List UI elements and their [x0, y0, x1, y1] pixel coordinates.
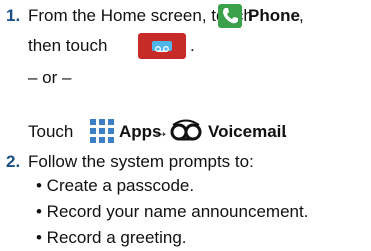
bullet-item: • Record your name announcement. — [36, 202, 309, 221]
step1-period: . — [190, 36, 195, 55]
arrow: → — [152, 122, 169, 141]
step1-text-b: then touch — [28, 36, 108, 55]
touch-text: Touch — [28, 122, 74, 141]
step1-period2: . — [283, 122, 288, 141]
step-number-1: 1. — [6, 6, 21, 25]
apps-icon — [89, 118, 115, 144]
bullet-item: • Record a greeting. — [36, 228, 187, 247]
phone-label: Phone — [248, 6, 300, 25]
or-separator: – or – — [28, 68, 72, 87]
phone-icon — [218, 4, 242, 28]
voicemail-button[interactable] — [138, 33, 186, 59]
step-number-2: 2. — [6, 152, 21, 171]
voicemail-app-icon — [169, 116, 203, 144]
bullet-item: • Create a passcode. — [36, 176, 195, 195]
step2-text: Follow the system prompts to: — [28, 152, 254, 171]
step1-comma: , — [299, 6, 304, 25]
voicemail-icon — [152, 41, 172, 52]
voicemail-label: Voicemail — [208, 122, 287, 141]
